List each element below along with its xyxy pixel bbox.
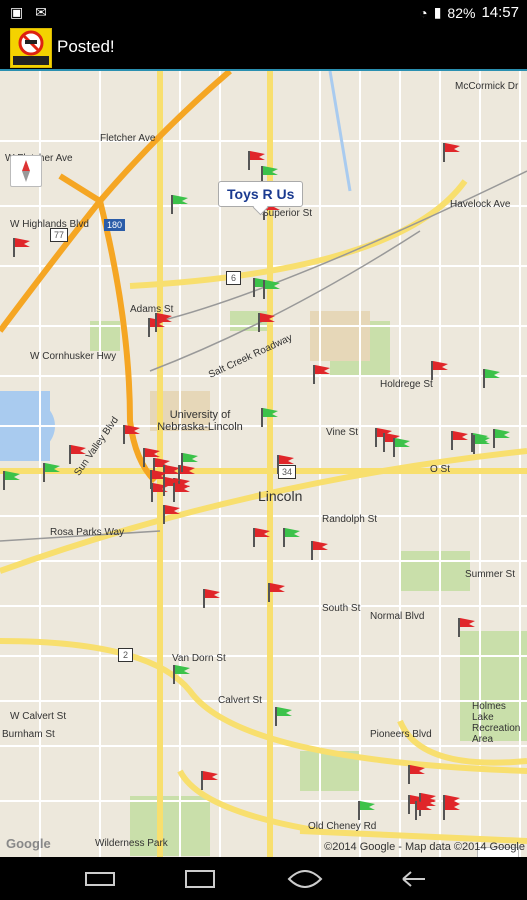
navigation-bar [0, 857, 527, 900]
green-flag-marker[interactable] [280, 526, 302, 548]
compass-icon [22, 160, 30, 182]
red-flag-marker[interactable] [160, 503, 182, 525]
red-flag-marker[interactable] [250, 526, 272, 548]
action-bar: Posted! [0, 25, 527, 71]
recents-button[interactable] [285, 867, 325, 891]
green-flag-marker[interactable] [168, 193, 190, 215]
image-icon: ▣ [10, 4, 24, 20]
street-label-calvert: Calvert St [218, 695, 262, 706]
red-flag-marker[interactable] [440, 799, 462, 821]
red-flag-marker[interactable] [265, 581, 287, 603]
red-flag-marker[interactable] [412, 799, 434, 821]
red-flag-marker[interactable] [448, 429, 470, 451]
street-label-mccormick: McCormick Dr [455, 81, 519, 92]
red-flag-marker[interactable] [120, 423, 142, 445]
place-callout[interactable]: Toys R Us [218, 181, 304, 207]
street-label-pioneers: Pioneers Blvd [370, 729, 432, 740]
green-flag-marker[interactable] [470, 433, 492, 455]
app-logo[interactable] [10, 28, 52, 68]
park-label: Holmes Lake Recreation Area [472, 701, 521, 745]
map-attribution: ©2014 Google - Map data ©2014 Google [324, 841, 525, 853]
route-shield-2: 2 [118, 648, 134, 662]
street-label-fletcher-ave: Fletcher Ave [100, 133, 156, 144]
green-flag-marker[interactable] [355, 799, 377, 821]
status-bar: ▣ ✉ ◔ ▮ 82% 14:57 [0, 0, 527, 25]
green-flag-marker[interactable] [40, 461, 62, 483]
street-label-holdrege: Holdrege St [380, 379, 433, 390]
back-arrow-icon [402, 871, 425, 887]
back-arrow-button[interactable] [393, 867, 433, 891]
mail-icon: ✉ [35, 4, 47, 20]
city-label: Lincoln [258, 488, 303, 504]
red-flag-marker[interactable] [428, 359, 450, 381]
compass-button[interactable] [10, 155, 42, 187]
red-flag-marker[interactable] [152, 311, 174, 333]
recents-icon [287, 870, 323, 888]
red-flag-marker[interactable] [10, 236, 32, 258]
street-label-o-st: O St [430, 464, 451, 475]
green-flag-marker[interactable] [390, 436, 412, 458]
notification-icons: ▣ ✉ [10, 4, 47, 21]
app-title: Posted! [57, 37, 115, 56]
wilderness-park-label: Wilderness Park [95, 838, 168, 849]
red-flag-marker[interactable] [308, 539, 330, 561]
system-icons: ◔ ▮ 82% 14:57 [419, 4, 519, 21]
home-button[interactable] [180, 867, 220, 891]
street-label-w-calvert: W Calvert St [10, 711, 67, 722]
street-label-vine: Vine St [326, 427, 359, 438]
street-label-normal: Normal Blvd [370, 611, 425, 622]
route-shield-77: 77 [50, 228, 69, 242]
green-flag-marker[interactable] [178, 451, 200, 473]
street-label-rosa-parks: Rosa Parks Way [50, 527, 125, 538]
green-flag-marker[interactable] [258, 406, 280, 428]
street-label-cornhusker: W Cornhusker Hwy [30, 351, 117, 362]
red-flag-marker[interactable] [66, 443, 88, 465]
red-flag-marker[interactable] [255, 311, 277, 333]
home-icon [185, 870, 215, 888]
red-flag-marker[interactable] [274, 453, 296, 475]
red-flag-marker[interactable] [200, 587, 222, 609]
green-flag-marker[interactable] [490, 427, 512, 449]
street-label-havelock: Havelock Ave [450, 199, 511, 210]
map-view[interactable]: W Fletcher Ave Fletcher Ave W Highlands … [0, 71, 527, 857]
red-flag-marker[interactable] [170, 481, 192, 503]
green-flag-marker[interactable] [0, 469, 22, 491]
red-flag-marker[interactable] [455, 616, 477, 638]
red-flag-marker[interactable] [310, 363, 332, 385]
google-logo: Google [6, 836, 51, 851]
street-label-burnham: Burnham St [2, 729, 55, 740]
wifi-icon: ◔ [419, 4, 428, 21]
red-flag-marker[interactable] [440, 141, 462, 163]
university-label: University of Nebraska-Lincoln [157, 409, 243, 433]
route-shield-180: 180 [104, 219, 126, 231]
red-flag-marker[interactable] [198, 769, 220, 791]
street-label-south: South St [322, 603, 361, 614]
green-flag-marker[interactable] [170, 663, 192, 685]
street-label-old-cheney: Old Cheney Rd [308, 821, 377, 832]
back-button[interactable] [80, 867, 120, 891]
street-label-randolph: Randolph St [322, 514, 378, 525]
back-icon [85, 872, 115, 886]
clock: 14:57 [481, 4, 519, 21]
street-label-summer: Summer St [465, 569, 516, 580]
green-flag-marker[interactable] [272, 705, 294, 727]
green-flag-marker[interactable] [480, 367, 502, 389]
red-flag-marker[interactable] [405, 763, 427, 785]
green-flag-marker[interactable] [260, 278, 282, 300]
battery-icon: ▮ [433, 4, 442, 20]
battery-level: 82% [447, 4, 476, 21]
route-shield-6: 6 [226, 271, 242, 285]
